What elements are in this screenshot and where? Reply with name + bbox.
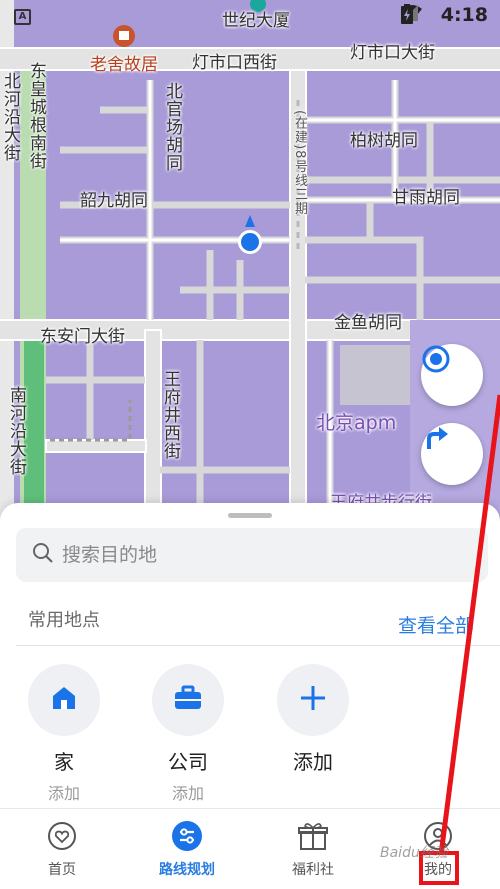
place-add[interactable]: 添加	[277, 664, 349, 775]
place-name: 添加	[293, 750, 333, 774]
map-street-label: 甘雨胡同	[392, 188, 460, 208]
place-icon-circle	[277, 664, 349, 736]
place-sub: 添加	[171, 784, 204, 803]
tab-welfare[interactable]: 福利社	[268, 821, 358, 879]
tab-label: 首页	[48, 862, 76, 878]
search-icon	[32, 542, 54, 568]
sheet-drag-handle[interactable]	[228, 513, 272, 518]
map-poi-label: 北京apm	[316, 412, 397, 434]
place-company[interactable]: 公司 添加	[152, 664, 224, 804]
tab-label: 福利社	[292, 862, 334, 878]
map-street-label: 灯市口大街	[350, 43, 435, 63]
map-street-label: 王府井西街	[160, 370, 180, 460]
divider	[16, 645, 500, 646]
favorites-title: 常用地点	[28, 610, 100, 631]
map-street-label: 韶九胡同	[80, 191, 148, 211]
gift-icon	[298, 821, 328, 855]
tab-route-planning[interactable]: 路线规划	[142, 821, 232, 879]
place-name: 公司	[168, 750, 208, 774]
route-shortcut-button[interactable]	[421, 423, 483, 485]
map-transit-label: (在建)8号线三期	[292, 110, 307, 216]
watermark: Baidu经验	[380, 845, 448, 861]
notification-a-icon: A	[14, 9, 31, 25]
map-street-label: 柏树胡同	[350, 131, 418, 151]
map-street-label: 东皇城根南街	[26, 62, 46, 170]
place-home[interactable]: 家 添加	[28, 664, 100, 804]
map-street-label: 灯市口西街	[192, 53, 277, 73]
place-icon-circle	[152, 664, 224, 736]
map-poi-label: 老舍故居	[90, 55, 158, 75]
map-street-label: 北河沿大街	[0, 72, 20, 162]
place-icon-circle	[28, 664, 100, 736]
map-street-label: 南河沿大街	[6, 386, 26, 476]
status-time: 4:18	[440, 4, 488, 26]
briefcase-icon	[174, 685, 202, 715]
status-bar: A 4:18	[0, 0, 500, 34]
home-icon	[51, 685, 77, 715]
current-location-marker	[236, 213, 264, 257]
locate-button[interactable]	[421, 344, 483, 406]
tab-label: 路线规划	[159, 862, 215, 878]
plus-icon	[299, 684, 327, 716]
map-street-label: 东安门大街	[40, 327, 125, 347]
heart-icon	[47, 821, 77, 855]
map-view[interactable]: 世纪大厦 老舍故居 灯市口西街 灯市口大街 东皇城根南街 北河沿大街 北官场胡同…	[0, 0, 500, 530]
map-street-label: 北官场胡同	[162, 82, 182, 172]
tab-home[interactable]: 首页	[17, 821, 107, 879]
search-bar[interactable]	[16, 528, 488, 582]
route-icon	[171, 820, 203, 856]
view-all-link[interactable]: 查看全部	[398, 611, 474, 638]
search-input[interactable]	[62, 544, 442, 566]
map-street-label: 金鱼胡同	[334, 313, 402, 333]
place-name: 家	[54, 750, 74, 774]
place-sub: 添加	[47, 784, 80, 803]
